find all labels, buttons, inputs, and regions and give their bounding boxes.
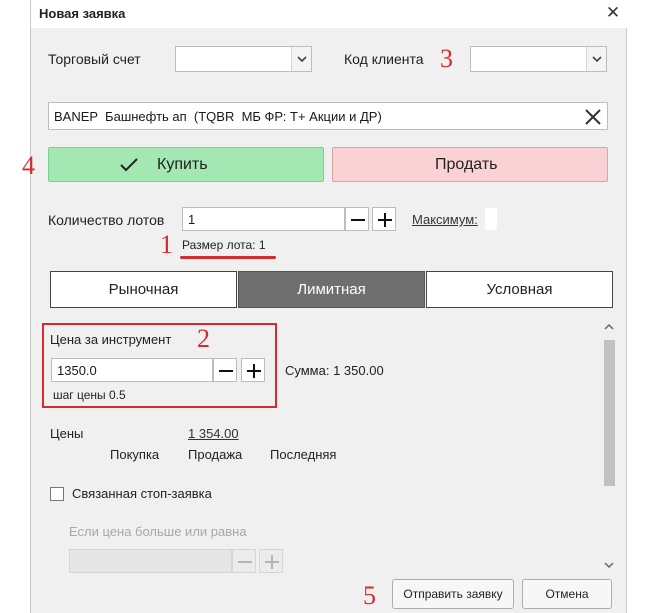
- lot-size-label: Размер лота: 1: [182, 238, 266, 252]
- window-title: Новая заявка: [39, 6, 126, 21]
- cancel-button[interactable]: Отмена: [522, 579, 612, 609]
- price-column-sell: Продажа: [188, 447, 243, 462]
- plus-icon: [378, 213, 392, 227]
- client-code-select[interactable]: [470, 46, 607, 72]
- buy-button[interactable]: Купить: [48, 147, 324, 182]
- lot-size-underline: [180, 256, 276, 259]
- instrument-text: BANEP Башнефть ап (TQBR МБ ФР: Т+ Акции …: [54, 109, 382, 124]
- panel-scrollbar[interactable]: [601, 318, 617, 572]
- scroll-down-icon[interactable]: [601, 558, 617, 572]
- scroll-thumb[interactable]: [604, 340, 615, 486]
- stop-increment-button[interactable]: [259, 549, 283, 573]
- chevron-down-icon[interactable]: [291, 47, 311, 71]
- annotation-marker-5: 5: [363, 581, 376, 610]
- buy-label: Купить: [157, 156, 208, 173]
- annotation-marker-1: 1: [160, 230, 173, 259]
- sell-label: Продать: [435, 156, 498, 173]
- price-column-last: Последняя: [270, 447, 337, 462]
- sum-label: Сумма: 1 350.00: [285, 363, 384, 378]
- price-highlight-box: [42, 323, 277, 408]
- scroll-up-icon[interactable]: [601, 320, 617, 334]
- annotation-marker-3: 3: [440, 44, 453, 73]
- minus-icon: [238, 561, 252, 563]
- minus-icon: [351, 219, 365, 221]
- lots-input[interactable]: 1: [182, 207, 345, 231]
- tab-market[interactable]: Рыночная: [50, 271, 237, 308]
- stop-order-label: Связанная стоп-заявка: [72, 486, 212, 501]
- instrument-field[interactable]: BANEP Башнефть ап (TQBR МБ ФР: Т+ Акции …: [48, 102, 608, 130]
- stop-decrement-button[interactable]: [232, 549, 256, 573]
- clear-icon[interactable]: [583, 107, 603, 127]
- annotation-marker-4: 4: [22, 151, 35, 180]
- stop-order-checkbox[interactable]: [50, 487, 64, 501]
- lots-label: Количество лотов: [48, 212, 165, 228]
- account-select[interactable]: [175, 46, 312, 72]
- stop-condition-label: Если цена больше или равна: [69, 524, 247, 539]
- lots-increment-button[interactable]: [372, 207, 396, 231]
- prices-value-link[interactable]: 1 354.00: [188, 426, 239, 441]
- order-dialog: Новая заявка ✕ Торговый счет Код клиента…: [30, 0, 628, 613]
- lots-decrement-button[interactable]: [345, 207, 369, 231]
- chevron-down-icon[interactable]: [586, 47, 606, 71]
- checkmark-icon: [120, 158, 138, 172]
- account-label: Торговый счет: [48, 51, 141, 67]
- maximum-link[interactable]: Максимум:: [412, 212, 478, 227]
- maximum-value: [485, 208, 497, 230]
- client-code-label: Код клиента: [344, 51, 424, 67]
- title-bar: Новая заявка ✕: [31, 0, 628, 28]
- tab-conditional[interactable]: Условная: [426, 271, 613, 308]
- submit-order-button[interactable]: Отправить заявку: [392, 579, 514, 609]
- sell-button[interactable]: Продать: [332, 147, 608, 182]
- price-column-buy: Покупка: [110, 447, 160, 462]
- tab-limit[interactable]: Лимитная: [238, 271, 425, 308]
- plus-icon: [265, 555, 279, 569]
- prices-label: Цены: [50, 426, 84, 441]
- annotation-marker-2: 2: [197, 324, 210, 353]
- close-icon[interactable]: ✕: [604, 4, 622, 22]
- stop-price-input[interactable]: [69, 549, 232, 573]
